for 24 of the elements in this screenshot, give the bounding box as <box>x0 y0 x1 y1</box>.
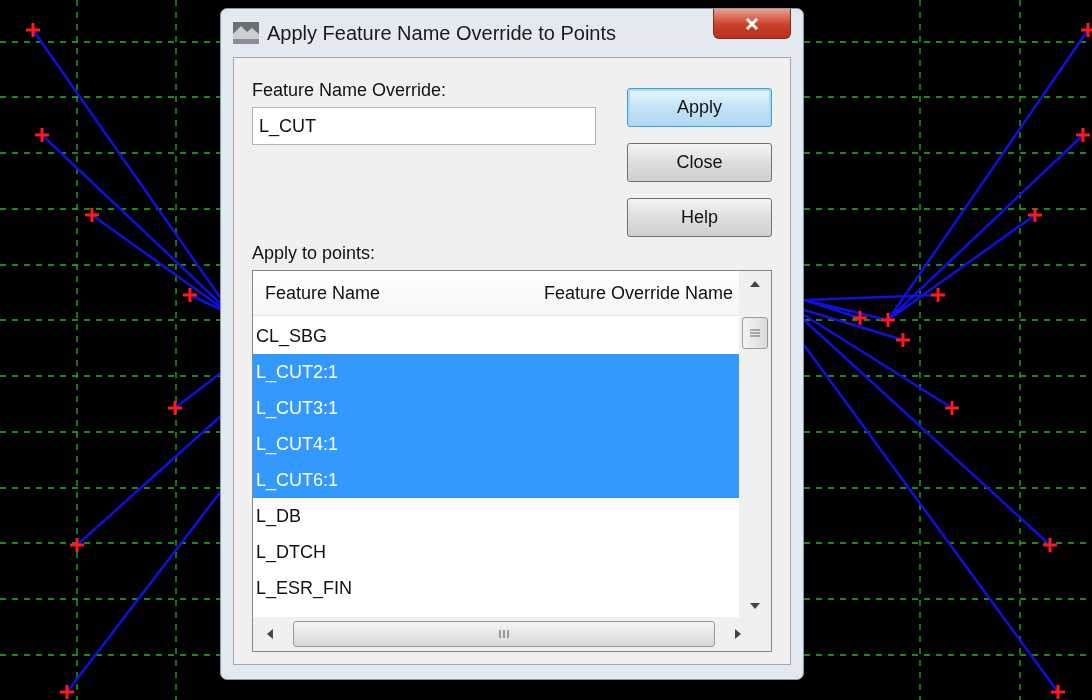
column-header[interactable]: Feature Override Name <box>543 282 733 304</box>
list-row[interactable]: L_ESR_FIN <box>253 570 739 606</box>
dialog-button[interactable]: Close <box>627 143 772 182</box>
field-label: Feature Name Override: <box>252 80 448 101</box>
override-input-field[interactable]: L_CUT <box>252 107 596 145</box>
scroll-down-icon[interactable] <box>750 603 760 609</box>
scroll-right-icon[interactable] <box>735 629 741 639</box>
scroll-thumb[interactable] <box>742 317 768 349</box>
scroll-thumb[interactable] <box>292 621 716 647</box>
dialog-button[interactable]: Apply <box>627 88 772 127</box>
close-icon <box>745 17 759 30</box>
list-row[interactable]: CL_SBG <box>253 318 739 354</box>
landscape-icon <box>233 22 259 44</box>
close-button[interactable] <box>713 9 791 39</box>
list-label: Apply to points: <box>252 243 377 264</box>
window-title: Apply Feature Name Override to Points <box>267 21 618 45</box>
list-row[interactable]: L_DB <box>253 498 739 534</box>
scroll-left-icon[interactable] <box>267 629 273 639</box>
dialog-button[interactable]: Help <box>627 198 772 237</box>
list-row[interactable]: L_DTCH <box>253 534 739 570</box>
scroll-up-icon[interactable] <box>750 281 760 287</box>
vertical-scrollbar[interactable] <box>739 271 771 617</box>
column-header[interactable]: Feature Name <box>265 282 381 304</box>
horizontal-scrollbar[interactable] <box>253 617 771 651</box>
